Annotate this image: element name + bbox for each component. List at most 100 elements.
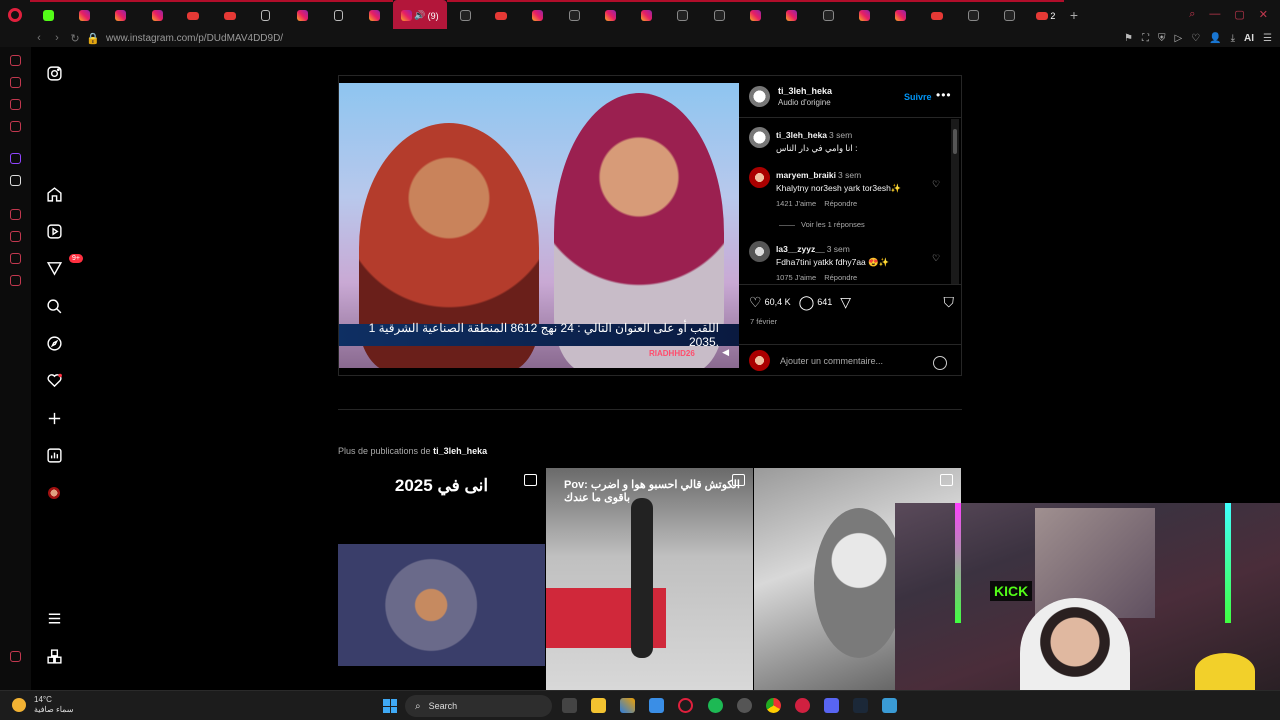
emoji-icon[interactable] xyxy=(933,356,947,370)
maximize-icon[interactable]: ▢ xyxy=(1234,8,1244,21)
sidebar-instagram-icon[interactable] xyxy=(10,121,21,132)
twitch-icon[interactable] xyxy=(10,153,21,164)
author-avatar[interactable] xyxy=(749,86,770,107)
tab-youtube-group[interactable]: 2 xyxy=(1027,0,1065,29)
more-options-button[interactable]: ••• xyxy=(936,88,952,102)
caption-avatar[interactable] xyxy=(749,127,770,148)
minimize-icon[interactable]: — xyxy=(1209,8,1220,21)
profile-avatar[interactable] xyxy=(45,484,63,502)
sidebar-shop-icon[interactable] xyxy=(10,77,21,88)
close-icon[interactable]: ✕ xyxy=(1259,8,1268,21)
tab-instagram[interactable] xyxy=(66,0,103,29)
grid-post[interactable]: Pov: الكوتش قالي احسبو هوا و اضرب باقوى … xyxy=(546,468,753,690)
task-view-icon[interactable] xyxy=(562,698,577,713)
reels-icon[interactable] xyxy=(45,222,63,240)
messages-icon[interactable]: 9+ xyxy=(45,254,83,277)
tab-tiktok[interactable] xyxy=(991,0,1028,29)
reply-button[interactable]: Répondre xyxy=(824,273,857,282)
comment-likes[interactable]: 1075 J'aime xyxy=(776,273,816,282)
sidebar-more-icon[interactable] xyxy=(10,651,21,662)
tab-tiktok[interactable] xyxy=(701,0,738,29)
comment-user[interactable]: la3__zyyz__ xyxy=(776,244,825,254)
copilot-icon[interactable] xyxy=(620,698,635,713)
file-explorer-icon[interactable] xyxy=(591,698,606,713)
tab-instagram[interactable] xyxy=(519,0,556,29)
tab-youtube[interactable] xyxy=(483,0,520,29)
instagram-logo-icon[interactable] xyxy=(45,64,63,82)
view-replies-button[interactable]: Voir les 1 réponses xyxy=(779,220,865,229)
tab-tiktok[interactable] xyxy=(446,0,484,29)
heart-icon[interactable]: ♡ xyxy=(1191,33,1200,44)
caption-user[interactable]: ti_3leh_heka xyxy=(776,130,827,140)
x-icon[interactable] xyxy=(10,175,21,186)
search-tabs-icon[interactable]: ⌕ xyxy=(1189,8,1195,21)
audio-link[interactable]: Audio d'origine xyxy=(778,98,832,107)
mute-icon[interactable]: ◀ xyxy=(722,347,729,358)
store-icon[interactable] xyxy=(649,698,664,713)
shield-icon[interactable]: ⛨ xyxy=(1158,33,1166,44)
ai-button[interactable]: AI xyxy=(1244,33,1254,44)
forward-icon[interactable]: › xyxy=(48,32,66,44)
comments-count[interactable]: 641 xyxy=(817,297,832,307)
more-posts-author[interactable]: ti_3leh_heka xyxy=(433,446,487,456)
tab-tiktok[interactable] xyxy=(664,0,702,29)
new-tab-button[interactable]: + xyxy=(1064,7,1084,23)
app-icon[interactable] xyxy=(737,698,752,713)
opera-taskbar-icon[interactable] xyxy=(678,698,693,713)
reply-button[interactable]: Répondre xyxy=(824,199,857,208)
speaker-icon[interactable]: 🔊 xyxy=(414,10,425,21)
steam-icon[interactable] xyxy=(853,698,868,713)
tab-tiktok[interactable] xyxy=(809,0,847,29)
scrollbar-thumb[interactable] xyxy=(953,129,957,154)
tab-youtube[interactable] xyxy=(175,0,212,29)
tab-youtube[interactable] xyxy=(918,0,956,29)
tab-instagram[interactable] xyxy=(882,0,919,29)
search-icon[interactable] xyxy=(45,297,63,315)
url-field[interactable]: www.instagram.com/p/DUdMAV4DD9D/ xyxy=(106,33,283,44)
back-icon[interactable]: ‹ xyxy=(30,32,48,44)
app-icon[interactable] xyxy=(795,698,810,713)
author-username[interactable]: ti_3leh_heka xyxy=(778,86,832,96)
like-icon[interactable]: ♡ xyxy=(749,294,762,311)
comment-input[interactable]: Ajouter un commentaire... xyxy=(780,356,883,366)
comment-like-icon[interactable]: ♡ xyxy=(932,179,940,190)
tab-instagram-active[interactable]: 🔊 (9) xyxy=(392,0,447,29)
post-video[interactable]: اللقب أو على العنوان التالي : 24 نهج 861… xyxy=(339,83,739,368)
menu-icon[interactable]: ☰ xyxy=(1263,33,1272,44)
follow-button[interactable]: Suivre xyxy=(904,92,932,102)
tab-instagram[interactable] xyxy=(846,0,883,29)
more-menu-icon[interactable] xyxy=(45,609,63,627)
sidebar-ai-icon[interactable] xyxy=(10,55,21,66)
taskbar-search[interactable]: ⌕ Search xyxy=(405,695,552,717)
tab-instagram[interactable] xyxy=(356,0,393,29)
extensions-icon[interactable] xyxy=(10,253,21,264)
tab-document[interactable] xyxy=(247,0,285,29)
sidebar-messenger-icon[interactable] xyxy=(10,99,21,110)
app-icon[interactable] xyxy=(882,698,897,713)
opera-logo-icon[interactable] xyxy=(0,0,30,29)
tab-document[interactable] xyxy=(320,0,357,29)
snapshot-icon[interactable]: ⛶ xyxy=(1142,33,1149,44)
comment-like-icon[interactable]: ♡ xyxy=(932,253,940,264)
save-icon[interactable]: ⛉ xyxy=(944,294,955,311)
comment-user[interactable]: maryem_braiki xyxy=(776,170,836,180)
tab-instagram[interactable] xyxy=(102,0,139,29)
lock-icon[interactable]: 🔒 xyxy=(84,32,102,45)
play-icon[interactable]: ▷ xyxy=(1174,33,1182,44)
comment-likes[interactable]: 1421 J'aime xyxy=(776,199,816,208)
tab-instagram[interactable] xyxy=(592,0,629,29)
comment-icon[interactable]: ◯ xyxy=(799,294,815,311)
comment-avatar[interactable] xyxy=(749,167,770,188)
tab-instagram[interactable] xyxy=(138,0,176,29)
dashboard-icon[interactable] xyxy=(45,446,63,464)
comments-scrollbar[interactable] xyxy=(951,119,959,284)
tab-youtube[interactable] xyxy=(211,0,248,29)
home-icon[interactable] xyxy=(45,185,63,203)
explore-icon[interactable] xyxy=(45,334,63,352)
tab-tiktok[interactable] xyxy=(955,0,992,29)
likes-count[interactable]: 60,4 K xyxy=(765,297,791,307)
bookmark-icon[interactable]: ⚑ xyxy=(1124,33,1133,44)
create-icon[interactable] xyxy=(45,409,63,427)
grid-post[interactable]: انى في 2025 xyxy=(338,468,545,690)
player-icon[interactable] xyxy=(10,209,21,220)
